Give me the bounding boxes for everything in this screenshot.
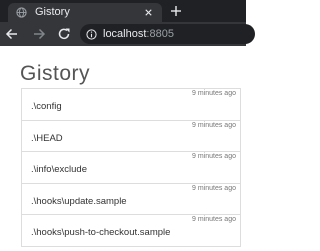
file-timestamp: 9 minutes ago bbox=[192, 184, 236, 192]
globe-icon bbox=[16, 7, 27, 18]
file-path[interactable]: .\hooks\push-to-checkout.sample bbox=[31, 227, 170, 238]
file-path[interactable]: .\HEAD bbox=[31, 133, 63, 144]
close-icon[interactable] bbox=[143, 7, 154, 18]
back-arrow-icon[interactable] bbox=[5, 27, 19, 41]
file-timestamp: 9 minutes ago bbox=[192, 90, 236, 97]
plus-icon[interactable] bbox=[170, 5, 182, 17]
tab-title: Gistory bbox=[35, 6, 70, 18]
address-port: :8805 bbox=[146, 28, 174, 40]
file-timestamp: 9 minutes ago bbox=[192, 121, 236, 129]
reload-icon[interactable] bbox=[57, 27, 71, 41]
list-item[interactable]: 9 minutes ago .\config bbox=[21, 89, 241, 121]
page-content: Gistory 9 minutes ago .\config 9 minutes… bbox=[0, 46, 246, 251]
file-timestamp: 9 minutes ago bbox=[192, 153, 236, 161]
page-title: Gistory bbox=[20, 62, 91, 85]
list-item[interactable]: 9 minutes ago .\hooks\push-to-checkout.s… bbox=[21, 215, 241, 247]
list-item[interactable]: 9 minutes ago .\HEAD bbox=[21, 120, 241, 153]
tab-strip: Gistory bbox=[0, 0, 246, 22]
file-path[interactable]: .\hooks\update.sample bbox=[31, 196, 127, 207]
file-list: 9 minutes ago .\config 9 minutes ago .\H… bbox=[21, 88, 241, 247]
file-path[interactable]: .\info\exclude bbox=[31, 164, 87, 175]
file-path[interactable]: .\config bbox=[31, 101, 62, 112]
address-bar[interactable]: localhost:8805 bbox=[80, 24, 255, 44]
forward-arrow-icon[interactable] bbox=[32, 27, 46, 41]
file-timestamp: 9 minutes ago bbox=[192, 216, 236, 224]
browser-toolbar: localhost:8805 bbox=[0, 22, 255, 46]
browser-tab[interactable]: Gistory bbox=[8, 3, 162, 22]
address-url: localhost:8805 bbox=[103, 24, 174, 44]
address-host: localhost bbox=[103, 28, 147, 40]
list-item[interactable]: 9 minutes ago .\hooks\update.sample bbox=[21, 183, 241, 216]
info-icon[interactable] bbox=[86, 28, 97, 40]
list-item[interactable]: 9 minutes ago .\info\exclude bbox=[21, 152, 241, 184]
